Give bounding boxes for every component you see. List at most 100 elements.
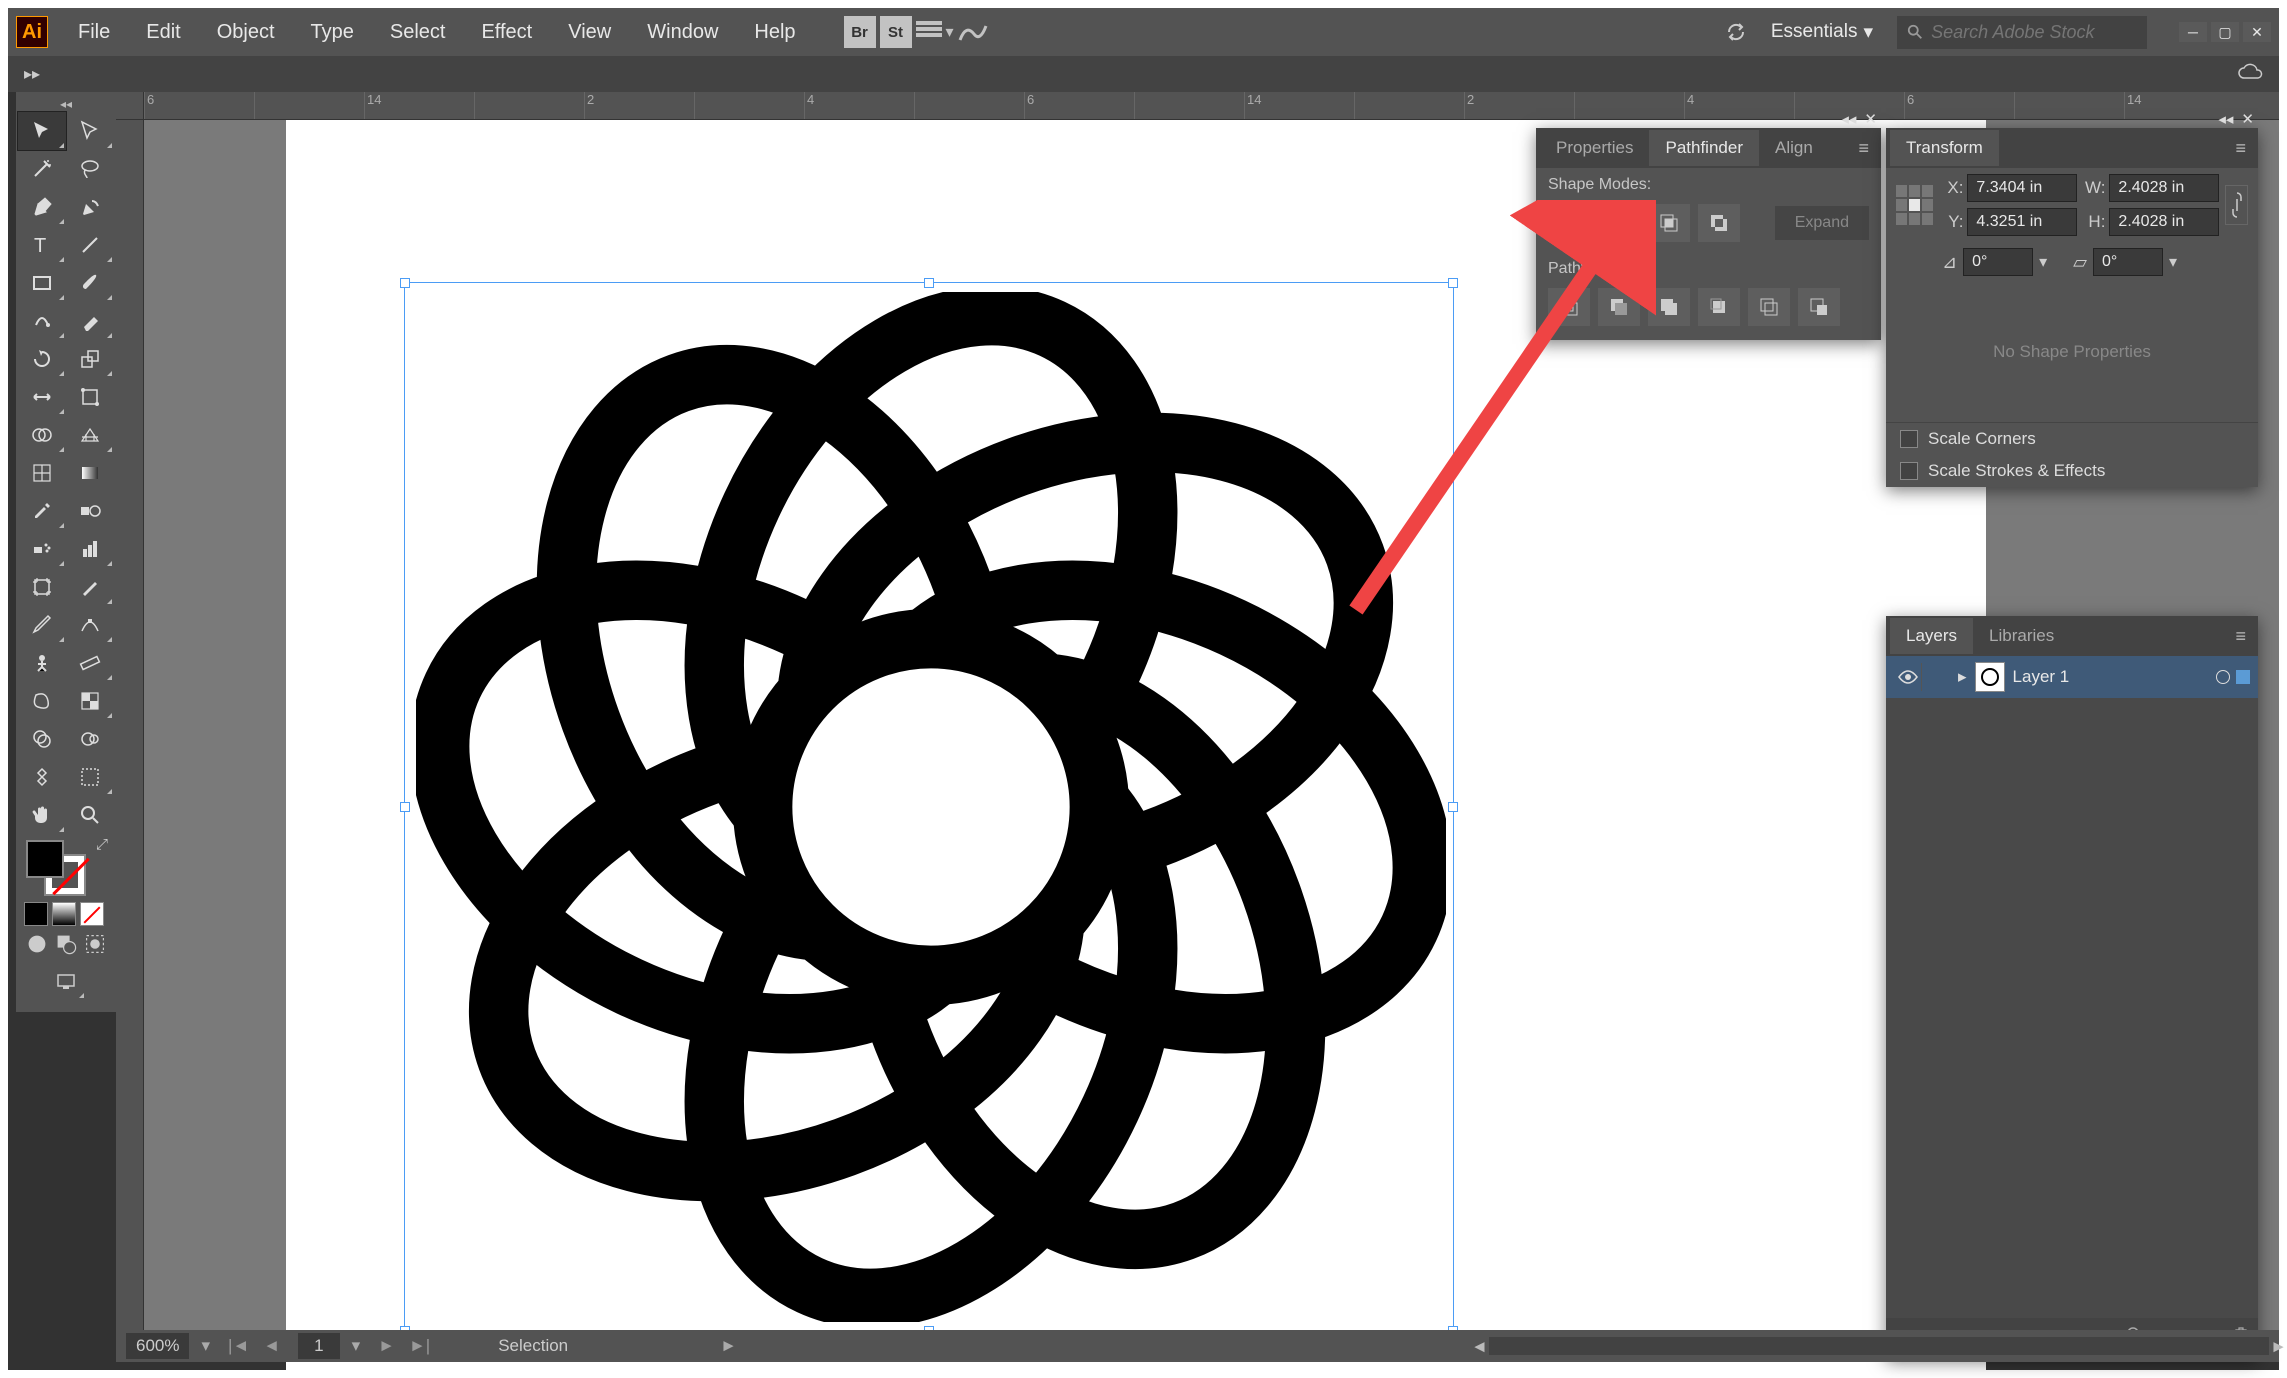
rotate-tool[interactable] [18, 340, 66, 378]
rotate-input[interactable] [1963, 248, 2033, 276]
gradient-color-button[interactable] [52, 902, 76, 926]
close-window-button[interactable]: ✕ [2243, 22, 2271, 42]
panel-collapse-icon[interactable]: ◂◂ [1841, 110, 1856, 128]
zoom-tool[interactable] [66, 796, 114, 834]
w-input[interactable] [2109, 174, 2219, 202]
tab-transform[interactable]: Transform [1890, 130, 1999, 166]
anchor-edit-tool-b[interactable] [66, 606, 114, 644]
screen-mode-button[interactable] [46, 964, 86, 1000]
h-input[interactable] [2109, 208, 2219, 236]
selection-handle-n[interactable] [924, 278, 934, 288]
column-graph-tool[interactable] [66, 530, 114, 568]
lasso-tool[interactable] [66, 150, 114, 188]
eyedropper-tool[interactable] [18, 492, 66, 530]
scale-strokes-checkbox[interactable] [1900, 462, 1918, 480]
constrain-proportions-icon[interactable] [2225, 185, 2248, 225]
stock-search-input[interactable] [1931, 22, 2137, 43]
scale-corners-row[interactable]: Scale Corners [1886, 423, 2258, 455]
prev-artboard-button[interactable]: ◄ [257, 1334, 286, 1358]
reference-point-selector[interactable] [1896, 185, 1933, 225]
selection-handle-e[interactable] [1448, 802, 1458, 812]
solid-color-button[interactable] [24, 902, 48, 926]
horizontal-ruler[interactable]: 614 24 614 24 614 [144, 92, 2279, 120]
selection-indicator[interactable] [2236, 670, 2250, 684]
crop-button[interactable] [1698, 288, 1740, 326]
expand-layer-icon[interactable]: ▸ [1958, 667, 1967, 687]
stock-icon[interactable]: St [880, 16, 912, 48]
minus-front-button[interactable] [1598, 204, 1640, 242]
measure-tool[interactable] [66, 644, 114, 682]
panel-menu-icon[interactable]: ≡ [2227, 134, 2254, 163]
live-paint-tool[interactable] [66, 682, 114, 720]
vertical-ruler[interactable] [116, 120, 144, 1330]
eraser-tool[interactable] [66, 302, 114, 340]
selection-handle-ne[interactable] [1448, 278, 1458, 288]
unite-button[interactable] [1548, 204, 1590, 242]
selection-handle-w[interactable] [400, 802, 410, 812]
scale-corners-checkbox[interactable] [1900, 430, 1918, 448]
layers-list-area[interactable] [1886, 698, 2258, 1318]
trim-button[interactable] [1598, 288, 1640, 326]
divide-button[interactable] [1548, 288, 1590, 326]
draw-normal-button[interactable] [24, 930, 49, 958]
layer-name[interactable]: Layer 1 [2013, 667, 2070, 687]
intersect-button[interactable] [1648, 204, 1690, 242]
panel-collapse-icon[interactable]: ◂◂ [2218, 110, 2233, 128]
layer-row[interactable]: ▸ Layer 1 [1886, 656, 2258, 698]
scale-strokes-row[interactable]: Scale Strokes & Effects [1886, 455, 2258, 487]
menu-type[interactable]: Type [295, 15, 370, 50]
tab-layers[interactable]: Layers [1890, 618, 1973, 654]
gpu-icon[interactable] [958, 20, 988, 44]
menu-file[interactable]: File [62, 15, 126, 50]
flower-artwork[interactable] [416, 292, 1446, 1322]
ruler-origin[interactable] [116, 92, 144, 120]
symbol-sprayer-tool[interactable] [18, 530, 66, 568]
draw-inside-button[interactable] [83, 930, 108, 958]
symbol-tool[interactable] [18, 758, 66, 796]
cloud-icon[interactable] [2237, 63, 2265, 86]
selection-tool[interactable] [18, 112, 66, 150]
exclude-button[interactable] [1698, 204, 1740, 242]
line-tool[interactable] [66, 226, 114, 264]
first-artboard-button[interactable]: |◄ [222, 1334, 255, 1358]
print-tiling-tool[interactable] [66, 758, 114, 796]
perspective-grid-tool[interactable] [66, 416, 114, 454]
blend-tool[interactable] [66, 492, 114, 530]
maximize-button[interactable]: ▢ [2211, 22, 2239, 42]
layer-thumbnail[interactable] [1975, 662, 2005, 692]
status-menu-icon[interactable]: ► [720, 1336, 737, 1356]
panel-menu-icon[interactable]: ≡ [1850, 134, 1877, 163]
arrange-documents-icon[interactable] [916, 21, 942, 43]
panel-menu-icon[interactable]: ≡ [2227, 622, 2254, 651]
selection-handle-nw[interactable] [400, 278, 410, 288]
anchor-edit-tool-a[interactable] [18, 606, 66, 644]
puppet-warp-tool[interactable] [18, 644, 66, 682]
free-transform-tool[interactable] [66, 378, 114, 416]
shaper-tool[interactable] [18, 302, 66, 340]
menu-object[interactable]: Object [201, 15, 291, 50]
tab-properties[interactable]: Properties [1540, 130, 1649, 166]
rectangle-tool[interactable] [18, 264, 66, 302]
mesh-tool[interactable] [18, 454, 66, 492]
search-stock[interactable] [1897, 16, 2147, 49]
artboard-number[interactable]: 1 [298, 1333, 339, 1359]
tab-align[interactable]: Align [1759, 130, 1829, 166]
expand-button[interactable]: Expand [1775, 206, 1869, 240]
none-color-button[interactable] [80, 902, 104, 926]
merge-button[interactable] [1648, 288, 1690, 326]
x-input[interactable] [1967, 174, 2077, 202]
paintbrush-tool[interactable] [66, 264, 114, 302]
horizontal-scrollbar[interactable] [1489, 1337, 2269, 1355]
minimize-button[interactable]: ─ [2179, 22, 2207, 42]
panel-close-icon[interactable]: ✕ [1864, 110, 1877, 128]
outline-button[interactable] [1748, 288, 1790, 326]
sync-icon[interactable] [1725, 21, 1747, 43]
fill-swatch[interactable] [26, 840, 64, 878]
target-icon[interactable] [2216, 670, 2230, 684]
blob-brush-tool[interactable] [18, 682, 66, 720]
slice-tool[interactable] [66, 568, 114, 606]
last-artboard-button[interactable]: ►| [403, 1334, 436, 1358]
magic-wand-tool[interactable] [18, 150, 66, 188]
zoom-level[interactable]: 600% [126, 1333, 189, 1359]
menu-view[interactable]: View [552, 15, 627, 50]
